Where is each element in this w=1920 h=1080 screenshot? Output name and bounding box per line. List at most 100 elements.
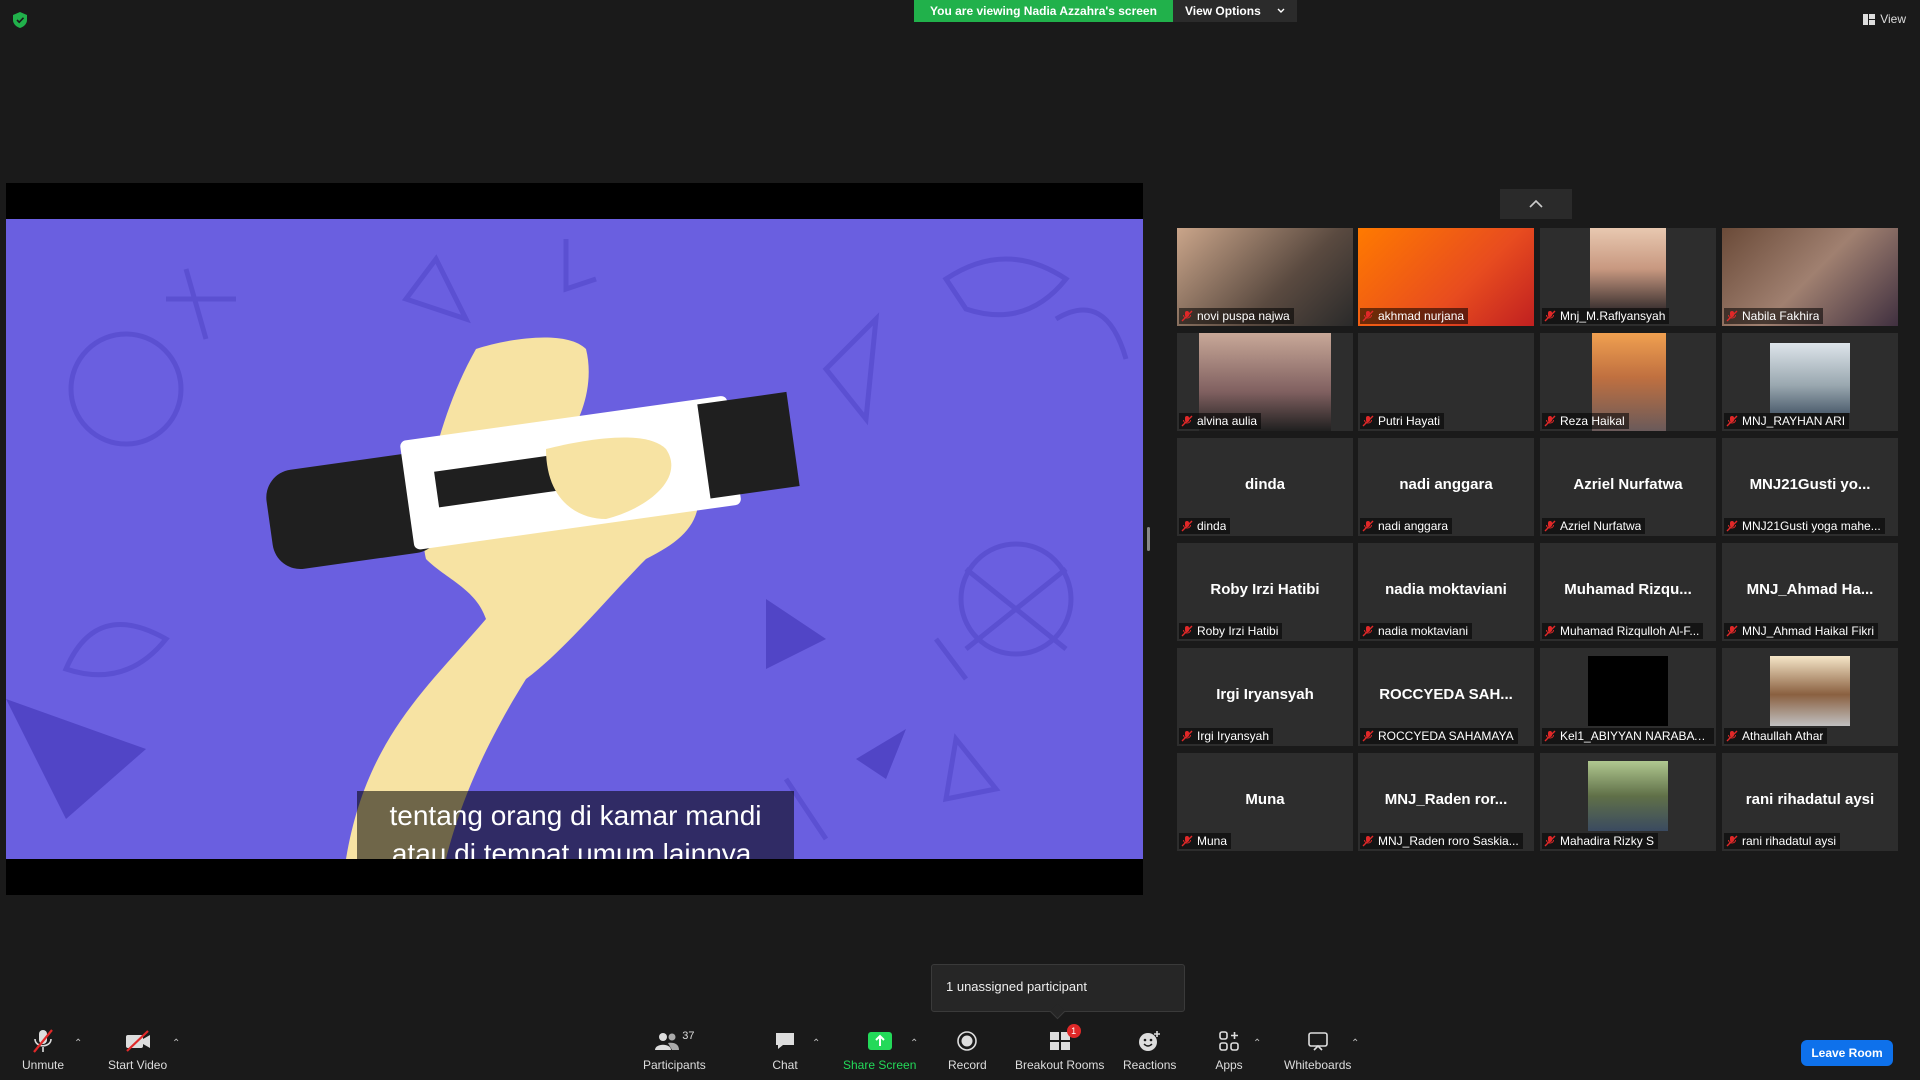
participant-tile[interactable]: Athaullah Athar: [1722, 648, 1898, 746]
participant-name: MNJ21Gusti yoga mahe...: [1742, 519, 1881, 533]
participant-tile[interactable]: nadia moktaviani nadia moktaviani: [1358, 543, 1534, 641]
participant-tile[interactable]: ROCCYEDA SAH... ROCCYEDA SAHAMAYA: [1358, 648, 1534, 746]
chat-label: Chat: [772, 1058, 798, 1072]
participant-name: nadia moktaviani: [1378, 624, 1469, 638]
microphone-muted-icon: [1726, 730, 1738, 742]
breakout-rooms-button[interactable]: 1 Breakout Rooms: [1015, 1024, 1104, 1072]
reactions-button[interactable]: Reactions: [1123, 1028, 1176, 1072]
chat-button[interactable]: Chat: [770, 1028, 800, 1072]
participant-name: dinda: [1197, 519, 1227, 533]
participant-tile[interactable]: Azriel Nurfatwa Azriel Nurfatwa: [1540, 438, 1716, 536]
participant-tile[interactable]: Muhamad Rizqu... Muhamad Rizqulloh Al-F..…: [1540, 543, 1716, 641]
participant-display-name: nadi anggara: [1399, 476, 1493, 493]
participant-tile[interactable]: Reza Haikal: [1540, 333, 1716, 431]
participant-name: Azriel Nurfatwa: [1560, 519, 1642, 533]
participant-tile[interactable]: dinda dinda: [1177, 438, 1353, 536]
video-caption: tentang orang di kamar mandi atau di tem…: [357, 791, 794, 859]
participant-name: Reza Haikal: [1560, 414, 1625, 428]
microphone-muted-icon: [1362, 730, 1374, 742]
microphone-muted-icon: [1181, 730, 1193, 742]
participants-button[interactable]: 37 Participants: [643, 1028, 706, 1072]
participant-tile[interactable]: Roby Irzi Hatibi Roby Irzi Hatibi: [1177, 543, 1353, 641]
participant-display-name: Muna: [1245, 791, 1285, 808]
share-screen-icon: [867, 1032, 892, 1050]
encryption-shield-icon[interactable]: [13, 12, 27, 28]
participant-tile[interactable]: rani rihadatul aysi rani rihadatul aysi: [1722, 753, 1898, 851]
record-button[interactable]: Record: [948, 1028, 987, 1072]
participant-tile[interactable]: Irgi Iryansyah Irgi Iryansyah: [1177, 648, 1353, 746]
breakout-tooltip: 1 unassigned participant: [931, 964, 1185, 1012]
chat-options-caret-icon[interactable]: ⌃: [812, 1038, 822, 1049]
participant-tile[interactable]: MNJ21Gusti yo... MNJ21Gusti yoga mahe...: [1722, 438, 1898, 536]
view-options-button[interactable]: View Options: [1172, 0, 1297, 22]
microphone-muted-icon: [1181, 310, 1193, 322]
participant-name: Putri Hayati: [1378, 414, 1441, 428]
zoom-meeting-window: You are viewing Nadia Azzahra's screen V…: [0, 0, 1920, 1080]
microphone-muted-icon: [1362, 835, 1374, 847]
participant-name-label: rani rihadatul aysi: [1724, 833, 1841, 849]
participant-name: Roby Irzi Hatibi: [1197, 624, 1279, 638]
whiteboards-button[interactable]: Whiteboards: [1284, 1028, 1351, 1072]
caption-line-1: tentang orang di kamar mandi: [389, 800, 762, 831]
participant-tile[interactable]: akhmad nurjana: [1358, 228, 1534, 326]
apps-options-caret-icon[interactable]: ⌃: [1253, 1038, 1263, 1049]
microphone-muted-icon: [1544, 520, 1556, 532]
shared-screen[interactable]: R C TS tentang orang di kamar mandi atau…: [6, 183, 1143, 895]
view-button[interactable]: View: [1863, 12, 1906, 26]
microphone-muted-icon: [1544, 310, 1556, 322]
participant-tile[interactable]: Muna Muna: [1177, 753, 1353, 851]
start-video-button[interactable]: Start Video: [108, 1028, 167, 1072]
participant-name-label: Roby Irzi Hatibi: [1179, 623, 1283, 639]
microphone-muted-icon: [1362, 625, 1374, 637]
leave-room-button[interactable]: Leave Room: [1801, 1040, 1893, 1066]
participant-tile[interactable]: Mnj_M.Raflyansyah: [1540, 228, 1716, 326]
participant-tile[interactable]: MNJ_Ahmad Ha... MNJ_Ahmad Haikal Fikri: [1722, 543, 1898, 641]
participant-name: Mnj_M.Raflyansyah: [1560, 309, 1666, 323]
microphone-muted-icon: [1726, 310, 1738, 322]
participant-name-label: Muhamad Rizqulloh Al-F...: [1542, 623, 1704, 639]
grid-view-icon: [1863, 13, 1876, 25]
participant-name: Irgi Iryansyah: [1197, 729, 1270, 743]
chevron-down-icon: [1277, 8, 1285, 13]
participant-name: novi puspa najwa: [1197, 309, 1290, 323]
participants-label: Participants: [643, 1058, 706, 1072]
participant-tile[interactable]: Putri Hayati: [1358, 333, 1534, 431]
participant-tile[interactable]: MNJ_Raden ror... MNJ_Raden roro Saskia...: [1358, 753, 1534, 851]
microphone-muted-icon: [1181, 625, 1193, 637]
apps-button[interactable]: Apps: [1214, 1028, 1244, 1072]
meeting-toolbar: Unmute ⌃ Start Video ⌃ 37 Participants C…: [0, 1020, 1920, 1080]
participant-name: ROCCYEDA SAHAMAYA: [1378, 729, 1514, 743]
chevron-up-icon: [1529, 199, 1543, 208]
video-options-caret-icon[interactable]: ⌃: [172, 1038, 182, 1049]
share-screen-button[interactable]: Share Screen: [843, 1028, 916, 1072]
apps-label: Apps: [1215, 1058, 1243, 1072]
audio-options-caret-icon[interactable]: ⌃: [74, 1038, 84, 1049]
participant-name-label: Azriel Nurfatwa: [1542, 518, 1646, 534]
participant-name-label: Irgi Iryansyah: [1179, 728, 1274, 744]
participant-tile[interactable]: Nabila Fakhira: [1722, 228, 1898, 326]
participant-name: MNJ_Raden roro Saskia...: [1378, 834, 1519, 848]
participant-tile[interactable]: Kel1_ABIYYAN NARABAY...: [1540, 648, 1716, 746]
participant-tile[interactable]: nadi anggara nadi anggara: [1358, 438, 1534, 536]
participant-name-label: Mahadira Rizky S: [1542, 833, 1659, 849]
participant-display-name: ROCCYEDA SAH...: [1379, 686, 1513, 703]
participant-name: MNJ_RAYHAN ARI: [1742, 414, 1846, 428]
participant-tile[interactable]: novi puspa najwa: [1177, 228, 1353, 326]
participant-name-label: Putri Hayati: [1360, 413, 1445, 429]
participant-display-name: rani rihadatul aysi: [1745, 791, 1875, 808]
splitter-handle[interactable]: [1147, 527, 1150, 551]
participant-display-name: dinda: [1245, 476, 1285, 493]
participant-tile[interactable]: Mahadira Rizky S: [1540, 753, 1716, 851]
microphone-muted-icon: [1181, 415, 1193, 427]
participant-name: alvina aulia: [1197, 414, 1258, 428]
participant-tile[interactable]: alvina aulia: [1177, 333, 1353, 431]
participant-name: Mahadira Rizky S: [1560, 834, 1655, 848]
view-options-label: View Options: [1184, 4, 1261, 18]
participant-tile[interactable]: MNJ_RAYHAN ARI: [1722, 333, 1898, 431]
participant-name: Nabila Fakhira: [1742, 309, 1820, 323]
participant-name-label: MNJ21Gusti yoga mahe...: [1724, 518, 1885, 534]
unmute-button[interactable]: Unmute: [22, 1028, 64, 1072]
collapse-gallery-button[interactable]: [1500, 189, 1572, 219]
share-options-caret-icon[interactable]: ⌃: [910, 1038, 920, 1049]
whiteboards-options-caret-icon[interactable]: ⌃: [1351, 1038, 1361, 1049]
